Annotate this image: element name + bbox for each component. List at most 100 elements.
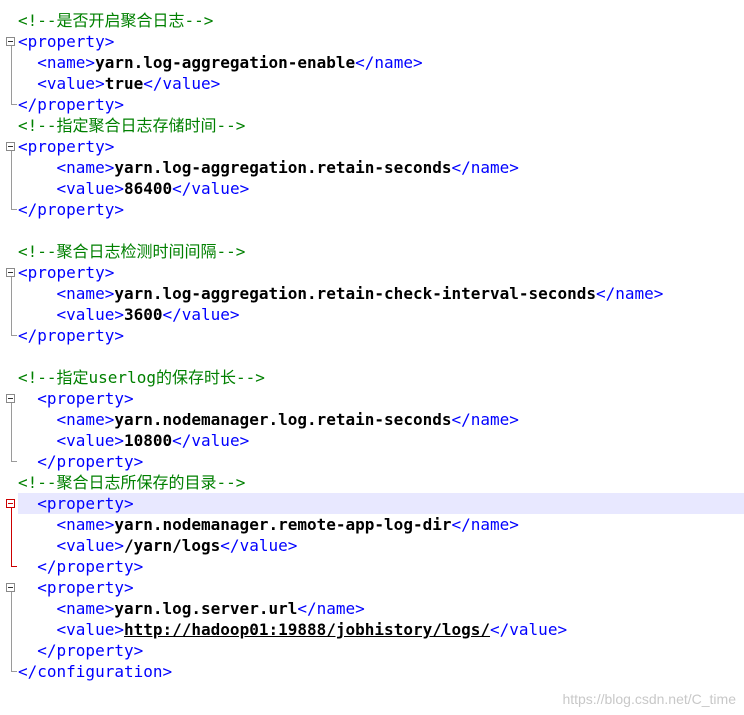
- url-link[interactable]: http://hadoop01:19888/jobhistory/logs/: [124, 620, 490, 639]
- code-line[interactable]: <property>: [18, 577, 133, 598]
- fold-collapse-icon[interactable]: [6, 37, 15, 46]
- xml-open-tag: <name>: [56, 410, 115, 429]
- code-line[interactable]: </property>: [18, 94, 124, 115]
- fold-line: [11, 592, 12, 671]
- xml-open-tag: <value>: [56, 179, 124, 198]
- xml-close-tag: </value>: [220, 536, 298, 555]
- xml-close-tag: </value>: [162, 305, 240, 324]
- fold-collapse-icon[interactable]: [6, 394, 15, 403]
- xml-tag: </property>: [18, 95, 124, 114]
- code-line[interactable]: <!--聚合日志检测时间间隔-->: [18, 241, 245, 262]
- fold-line: [11, 151, 12, 209]
- xml-close-tag: </value>: [143, 74, 221, 93]
- xml-tag: </property>: [18, 326, 124, 345]
- fold-collapse-icon[interactable]: [6, 268, 15, 277]
- code-line[interactable]: <property>: [18, 31, 114, 52]
- fold-line-active: [11, 508, 12, 566]
- xml-open-tag: <value>: [56, 536, 124, 555]
- xml-value: yarn.nodemanager.remote-app-log-dir: [114, 515, 452, 534]
- code-line[interactable]: <property>: [18, 388, 134, 409]
- xml-tag: </property>: [18, 200, 124, 219]
- code-line[interactable]: <name>yarn.nodemanager.log.retain-second…: [18, 409, 519, 430]
- code-line[interactable]: <value>86400</value>: [18, 178, 250, 199]
- watermark: https://blog.csdn.net/C_time: [562, 691, 736, 707]
- code-line[interactable]: </property>: [18, 556, 143, 577]
- code-line[interactable]: <value>3600</value>: [18, 304, 240, 325]
- xml-comment: <!--指定聚合日志存储时间-->: [18, 116, 246, 135]
- xml-close-tag: </name>: [451, 410, 519, 429]
- xml-close-tag: </value>: [172, 431, 250, 450]
- xml-tag: </configuration>: [18, 662, 173, 681]
- code-line[interactable]: <name>yarn.log-aggregation-enable</name>: [18, 52, 423, 73]
- code-line[interactable]: </configuration>: [18, 661, 172, 682]
- xml-tag: </property>: [37, 641, 144, 660]
- xml-close-tag: </name>: [355, 53, 423, 72]
- code-line[interactable]: <property>: [18, 136, 114, 157]
- fold-end-marker: [11, 335, 17, 336]
- code-line[interactable]: <value>10800</value>: [18, 430, 250, 451]
- xml-comment: <!--聚合日志所保存的目录-->: [18, 473, 246, 492]
- fold-end-marker: [11, 104, 17, 105]
- xml-open-tag: <name>: [56, 158, 115, 177]
- code-line[interactable]: <name>yarn.log-aggregation.retain-second…: [18, 157, 519, 178]
- fold-collapse-icon[interactable]: [6, 499, 15, 508]
- code-line[interactable]: <!--聚合日志所保存的目录-->: [18, 472, 245, 493]
- code-line[interactable]: <value>http://hadoop01:19888/jobhistory/…: [18, 619, 568, 640]
- code-line[interactable]: <value>/yarn/logs</value>: [18, 535, 298, 556]
- code-line[interactable]: <!--指定userlog的保存时长-->: [18, 367, 265, 388]
- xml-comment: <!--聚合日志检测时间间隔-->: [18, 242, 246, 261]
- fold-line: [11, 277, 12, 335]
- fold-end-marker: [11, 566, 17, 567]
- code-line[interactable]: </property>: [18, 199, 124, 220]
- fold-end-marker: [11, 671, 17, 672]
- fold-gutter: [0, 0, 18, 715]
- code-line[interactable]: </property>: [18, 640, 143, 661]
- xml-value: yarn.log-aggregation.retain-check-interv…: [114, 284, 596, 303]
- xml-value: /yarn/logs: [123, 536, 221, 555]
- code-line[interactable]: <name>yarn.log-aggregation.retain-check-…: [18, 283, 664, 304]
- xml-open-tag: <value>: [56, 305, 124, 324]
- xml-open-tag: <name>: [56, 284, 115, 303]
- code-line[interactable]: <!--是否开启聚合日志-->: [18, 10, 213, 31]
- xml-close-tag: </name>: [297, 599, 365, 618]
- code-line[interactable]: <name>yarn.log.server.url</name>: [18, 598, 365, 619]
- xml-open-tag: <name>: [37, 53, 96, 72]
- xml-value: yarn.log-aggregation.retain-seconds: [114, 158, 452, 177]
- code-editor[interactable]: <!--是否开启聚合日志--> <property> <name>yarn.log…: [0, 0, 744, 715]
- fold-line: [11, 403, 12, 461]
- code-line[interactable]: <property>: [18, 262, 114, 283]
- fold-line: [11, 46, 12, 104]
- code-line[interactable]: <value>true</value>: [18, 73, 220, 94]
- xml-close-tag: </value>: [490, 620, 568, 639]
- xml-tag: <property>: [18, 263, 115, 282]
- xml-value: yarn.log-aggregation-enable: [95, 53, 356, 72]
- fold-collapse-icon[interactable]: [6, 142, 15, 151]
- code-line[interactable]: <property>: [18, 493, 133, 514]
- fold-collapse-icon[interactable]: [6, 583, 15, 592]
- xml-open-tag: <value>: [37, 74, 105, 93]
- xml-close-tag: </name>: [451, 158, 519, 177]
- code-line[interactable]: </property>: [18, 451, 143, 472]
- code-line[interactable]: <name>yarn.nodemanager.remote-app-log-di…: [18, 514, 519, 535]
- xml-tag: <property>: [37, 389, 134, 408]
- xml-open-tag: <value>: [56, 431, 124, 450]
- xml-close-tag: </name>: [451, 515, 519, 534]
- code-line[interactable]: </property>: [18, 325, 124, 346]
- fold-end-marker: [11, 209, 17, 210]
- code-line[interactable]: <!--指定聚合日志存储时间-->: [18, 115, 245, 136]
